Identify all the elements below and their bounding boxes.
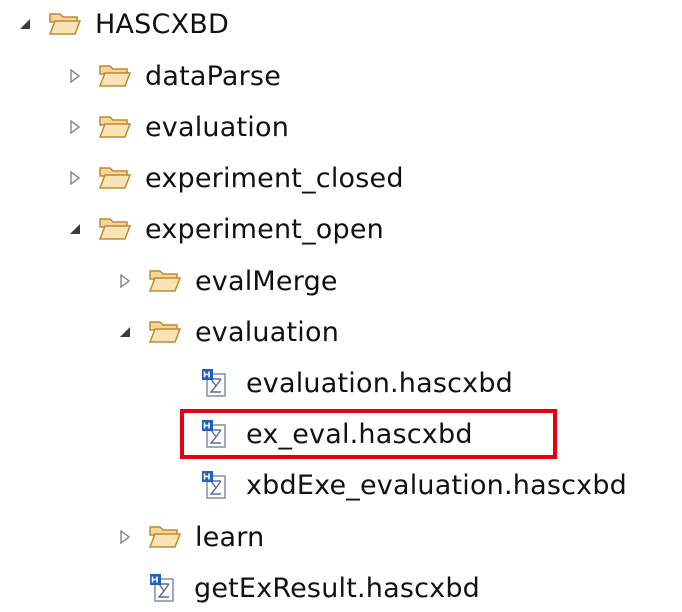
expanded-toggle-icon[interactable] [14, 0, 36, 48]
tree-item-label: learn [195, 521, 265, 553]
collapsed-toggle-icon[interactable] [114, 513, 136, 561]
hascxbd-file-icon [201, 367, 227, 399]
expanded-toggle-icon[interactable] [114, 308, 136, 356]
hascxbd-file-icon [149, 572, 175, 604]
tree-item-getexresult-hascxbd[interactable]: getExResult.hascxbd [149, 564, 480, 612]
tree-item-label: evaluation [145, 111, 290, 143]
tree-item-dataparse[interactable]: dataParse [64, 52, 281, 100]
collapsed-toggle-icon[interactable] [64, 103, 86, 151]
project-explorer-tree: HASCXBD dataParse evaluation experiment_… [0, 0, 682, 604]
tree-item-label: experiment_closed [145, 162, 404, 194]
tree-item-hascxbd[interactable]: HASCXBD [14, 0, 229, 48]
expanded-toggle-icon[interactable] [64, 205, 86, 253]
collapsed-toggle-icon[interactable] [64, 154, 86, 202]
hascxbd-file-icon [201, 469, 227, 501]
tree-item-evaluation[interactable]: evaluation [64, 103, 289, 151]
tree-item-label: evaluation.hascxbd [246, 367, 514, 399]
open-folder-icon [148, 266, 182, 296]
open-folder-icon [98, 214, 132, 244]
tree-item-label: HASCXBD [95, 8, 229, 40]
open-folder-icon [48, 9, 82, 39]
tree-item-label: evaluation [195, 316, 340, 348]
open-folder-icon [98, 163, 132, 193]
collapsed-toggle-icon[interactable] [114, 257, 136, 305]
tree-item-label: xbdExe_evaluation.hascxbd [246, 469, 627, 501]
tree-item-label: evalMerge [195, 265, 338, 297]
tree-item-label: getExResult.hascxbd [194, 572, 481, 604]
open-folder-icon [148, 317, 182, 347]
tree-item-learn[interactable]: learn [114, 513, 264, 561]
open-folder-icon [98, 112, 132, 142]
highlight-box [180, 409, 557, 459]
tree-item-evalmerge[interactable]: evalMerge [114, 257, 338, 305]
tree-item-experiment-open[interactable]: experiment_open [64, 205, 384, 253]
tree-item-experiment-closed[interactable]: experiment_closed [64, 154, 404, 202]
tree-item-evaluation-hascxbd[interactable]: evaluation.hascxbd [201, 359, 513, 407]
tree-item-xbdexe-evaluation-hascxbd[interactable]: xbdExe_evaluation.hascxbd [201, 461, 627, 509]
open-folder-icon [148, 522, 182, 552]
open-folder-icon [98, 61, 132, 91]
tree-item-evaluation-open[interactable]: evaluation [114, 308, 339, 356]
tree-item-label: dataParse [145, 60, 282, 92]
collapsed-toggle-icon[interactable] [64, 52, 86, 100]
tree-item-label: experiment_open [145, 213, 384, 245]
